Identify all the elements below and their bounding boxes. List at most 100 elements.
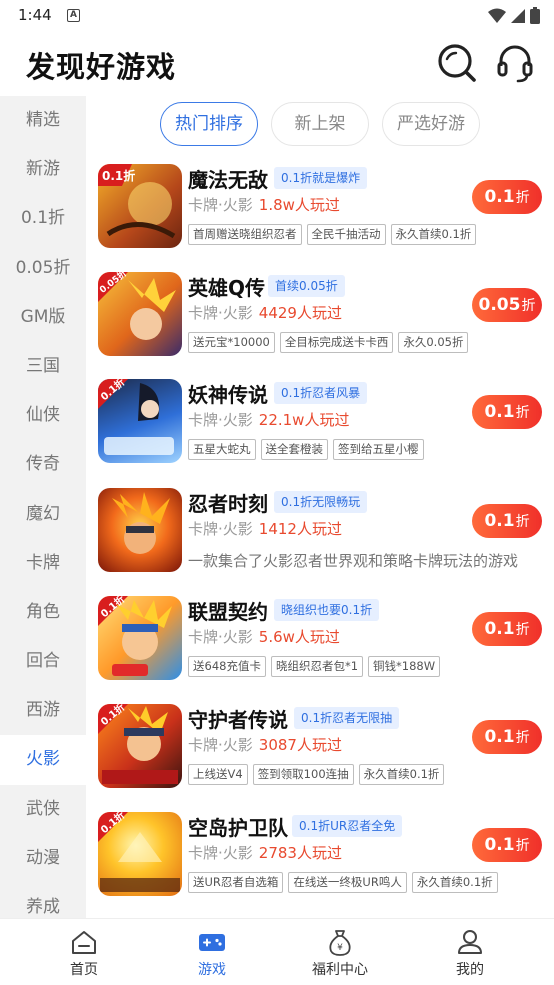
game-meta: 卡牌·火影 1.8w人玩过 [188, 194, 340, 215]
game-list-panel: 热门排序 新上架 严选好游 0.1折 魔法无敌 0.1折就是爆炸 卡牌·火影 1.… [86, 96, 554, 918]
category-yangcheng[interactable]: 养成 [0, 883, 86, 918]
game-icon[interactable] [98, 488, 182, 572]
nav-welfare-center[interactable]: ¥ 福利中心 [290, 919, 390, 985]
category-xiyou[interactable]: 西游 [0, 686, 86, 735]
game-item[interactable]: 0.1折 联盟契约 晓组织也要0.1折 卡牌·火影 5.6w人玩过 送648充值卡… [86, 596, 554, 704]
promo-badge: 首续0.05折 [268, 275, 345, 297]
game-tags: 五星大蛇丸 送全套橙装 签到给五星小樱 [188, 439, 424, 460]
category-xianxia[interactable]: 仙侠 [0, 391, 86, 440]
game-genre: 卡牌·火影 [188, 196, 253, 214]
nav-label: 游戏 [198, 962, 226, 978]
category-huihe[interactable]: 回合 [0, 637, 86, 686]
game-item[interactable]: 0.1折 空岛护卫队 0.1折UR忍者全免 卡牌·火影 2783人玩过 送UR忍者… [86, 812, 554, 918]
category-chuanqi[interactable]: 传奇 [0, 440, 86, 489]
game-meta: 卡牌·火影 4429人玩过 [188, 302, 342, 323]
game-tags: 上线送V4 签到领取100连抽 永久首续0.1折 [188, 764, 445, 785]
game-players: 4429人玩过 [258, 304, 342, 322]
game-name: 守护者传说 [188, 708, 288, 732]
user-icon [458, 930, 482, 954]
tab-hot-sort[interactable]: 热门排序 [160, 102, 258, 146]
discount-button[interactable]: 0.1折 [472, 395, 542, 429]
game-item[interactable]: 0.05折 英雄Q传 首续0.05折 卡牌·火影 4429人玩过 送元宝*1000… [86, 272, 554, 380]
category-kapai[interactable]: 卡牌 [0, 539, 86, 588]
game-item[interactable]: 忍者时刻 0.1折无限畅玩 卡牌·火影 1412人玩过 一款集合了火影忍者世界观和… [86, 488, 554, 596]
game-players: 2783人玩过 [258, 844, 342, 862]
game-icon[interactable]: 0.1折 [98, 812, 182, 896]
category-sanguo[interactable]: 三国 [0, 342, 86, 391]
game-tag: 送全套橙装 [260, 439, 328, 460]
game-name: 空岛护卫队 [188, 816, 288, 840]
discount-value: 0.1 [484, 511, 515, 531]
game-tag: 铜钱*188W [368, 656, 441, 677]
wifi-icon [488, 8, 506, 23]
discount-value: 0.1 [484, 619, 515, 639]
game-name: 英雄Q传 [188, 276, 266, 300]
category-jingxuan[interactable]: 精选 [0, 96, 86, 145]
game-icon[interactable]: 0.1折 [98, 164, 182, 248]
game-item[interactable]: 0.1折 妖神传说 0.1折忍者风暴 卡牌·火影 22.1w人玩过 五星大蛇丸 送… [86, 379, 554, 487]
battery-icon [530, 7, 540, 24]
game-description: 一款集合了火影忍者世界观和策略卡牌玩法的游戏 [188, 552, 519, 570]
search-icon[interactable] [436, 42, 478, 84]
nav-profile[interactable]: 我的 [420, 919, 520, 985]
nav-home[interactable]: 首页 [34, 919, 134, 985]
game-tags: 送UR忍者自选箱 在线送一终极UR鸣人 永久首续0.1折 [188, 872, 498, 893]
game-players: 5.6w人玩过 [258, 628, 340, 646]
game-tags: 送648充值卡 晓组织忍者包*1 铜钱*188W [188, 656, 441, 677]
discount-value: 0.1 [484, 727, 515, 747]
signal-icon [511, 8, 525, 23]
game-tag: 送648充值卡 [188, 656, 266, 677]
promo-badge: 0.1折就是爆炸 [274, 167, 368, 189]
category-gm[interactable]: GM版 [0, 293, 86, 342]
game-genre: 卡牌·火影 [188, 736, 253, 754]
game-genre: 卡牌·火影 [188, 628, 253, 646]
status-bar: 1:44 A [0, 0, 554, 32]
game-name: 魔法无敌 [188, 168, 268, 192]
discount-unit: 折 [515, 514, 530, 530]
category-wuxia[interactable]: 武侠 [0, 785, 86, 834]
discount-button[interactable]: 0.05折 [472, 288, 542, 322]
game-genre: 卡牌·火影 [188, 411, 253, 429]
tab-curated[interactable]: 严选好游 [382, 102, 480, 146]
category-sidebar: 精选 新游 0.1折 0.05折 GM版 三国 仙侠 传奇 魔幻 卡牌 角色 回… [0, 96, 86, 918]
category-xinyou[interactable]: 新游 [0, 145, 86, 194]
game-item[interactable]: 0.1折 守护者传说 0.1折忍者无限抽 卡牌·火影 3087人玩过 上线送V4 … [86, 704, 554, 812]
game-tag: 上线送V4 [188, 764, 248, 785]
game-tag: 永久首续0.1折 [358, 764, 445, 785]
tab-new-release[interactable]: 新上架 [271, 102, 369, 146]
discount-button[interactable]: 0.1折 [472, 180, 542, 214]
nav-label: 福利中心 [312, 962, 368, 978]
game-players: 1.8w人玩过 [258, 196, 340, 214]
category-0.1-discount[interactable]: 0.1折 [0, 194, 86, 243]
promo-badge: 晓组织也要0.1折 [274, 599, 380, 621]
game-tag: 永久首续0.1折 [411, 872, 498, 893]
discount-button[interactable]: 0.1折 [472, 828, 542, 862]
nav-games[interactable]: 游戏 [162, 919, 262, 985]
svg-text:¥: ¥ [337, 943, 343, 953]
game-meta: 卡牌·火影 5.6w人玩过 [188, 626, 340, 647]
headset-icon[interactable] [494, 42, 536, 84]
category-juese[interactable]: 角色 [0, 588, 86, 637]
status-time: 1:44 [18, 6, 52, 24]
discount-unit: 折 [515, 190, 530, 206]
game-icon[interactable]: 0.1折 [98, 379, 182, 463]
game-name: 妖神传说 [188, 383, 268, 407]
discount-button[interactable]: 0.1折 [472, 504, 542, 538]
game-tag: 全民千抽活动 [306, 224, 386, 245]
discount-button[interactable]: 0.1折 [472, 720, 542, 754]
game-icon[interactable]: 0.1折 [98, 596, 182, 680]
game-icon[interactable]: 0.1折 [98, 704, 182, 788]
category-0.05-discount[interactable]: 0.05折 [0, 244, 86, 293]
category-huoying[interactable]: 火影 [0, 735, 86, 785]
game-item[interactable]: 0.1折 魔法无敌 0.1折就是爆炸 卡牌·火影 1.8w人玩过 首周赠送晓组织忍… [86, 164, 554, 272]
discount-value: 0.05 [478, 295, 521, 315]
nav-label: 首页 [70, 962, 98, 978]
discount-button[interactable]: 0.1折 [472, 612, 542, 646]
game-tag: 五星大蛇丸 [188, 439, 256, 460]
game-icon[interactable]: 0.05折 [98, 272, 182, 356]
category-dongman[interactable]: 动漫 [0, 834, 86, 883]
category-mohuan[interactable]: 魔幻 [0, 490, 86, 539]
nav-label: 我的 [456, 962, 484, 978]
game-genre: 卡牌·火影 [188, 520, 253, 538]
sort-tabs: 热门排序 新上架 严选好游 [86, 102, 554, 146]
